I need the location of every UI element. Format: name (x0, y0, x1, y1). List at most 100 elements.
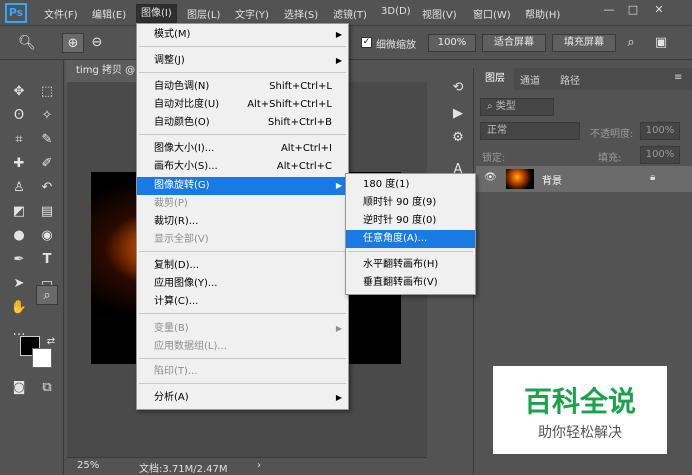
zoom-100-button[interactable]: 100% (428, 34, 476, 52)
workspace-icon[interactable]: ▣ (650, 33, 672, 53)
menu-item-duplicate[interactable]: 复制(D)... (137, 257, 348, 275)
eyedropper-icon[interactable]: ✎ (36, 130, 58, 150)
menu-window[interactable]: 窗口(W) (473, 6, 511, 22)
tab-channels[interactable]: 通道 (520, 72, 540, 87)
menu-item-crop[interactable]: 裁剪(P) (137, 195, 348, 213)
watermark-title: 百科全说 (523, 385, 636, 418)
layer-filter-select[interactable]: ⌕ 类型 (480, 98, 554, 116)
dodge-tool-icon[interactable]: ◉ (36, 226, 58, 246)
brush-tool-icon[interactable]: ✐ (36, 154, 58, 174)
panel-tabs: 图层 通道 路径 ≡ (476, 68, 692, 90)
rotate-90-cw[interactable]: 顺时针 90 度(9) (346, 194, 475, 212)
submenu-arrow-icon: ▶ (335, 181, 342, 190)
layer-row-background[interactable]: 👁︎ 背景 🔒︎ (476, 166, 692, 192)
magic-wand-icon[interactable]: ✧ (36, 106, 58, 126)
menu-item-label: 显示全部(V) (154, 234, 209, 245)
menu-view[interactable]: 视图(V) (422, 6, 457, 22)
menu-image[interactable]: 图像(I) (136, 4, 177, 23)
crop-tool-icon[interactable]: ⌗ (8, 130, 30, 150)
menu-item-apply-image[interactable]: 应用图像(Y)... (137, 275, 348, 293)
gradient-tool-icon[interactable]: ▤ (36, 202, 58, 222)
blur-tool-icon[interactable]: ● (8, 226, 30, 246)
rotate-arbitrary[interactable]: 任意角度(A)... (346, 230, 475, 248)
menu-item-auto-tone[interactable]: 自动色调(N) Shift+Ctrl+L (137, 78, 348, 96)
menu-item-label: 分析(A) (154, 392, 189, 403)
layer-name[interactable]: 背景 (542, 172, 562, 187)
menu-item-shortcut: Alt+Ctrl+I (280, 143, 332, 154)
restore-button[interactable]: □ (622, 2, 644, 18)
eraser-tool-icon[interactable]: ◩ (8, 202, 30, 222)
flip-canvas-horizontal[interactable]: 水平翻转画布(H) (346, 256, 475, 274)
fit-screen-button[interactable]: 适合屏幕 (482, 34, 546, 52)
menu-file[interactable]: 文件(F) (44, 6, 78, 22)
chevron-right-icon[interactable]: › (257, 460, 261, 471)
history-panel-icon[interactable]: ⟲ (447, 78, 469, 98)
marquee-tool-icon[interactable]: ⬚ (36, 82, 58, 102)
menu-item-reveal-all[interactable]: 显示全部(V) (137, 231, 348, 249)
menu-item-calculations[interactable]: 计算(C)... (137, 293, 348, 311)
menu-item-trap[interactable]: 陷印(T)... (137, 363, 348, 381)
blend-mode-select[interactable]: 正常 (480, 122, 580, 140)
rotate-90-ccw[interactable]: 逆时针 90 度(0) (346, 212, 475, 230)
menu-item-label: 自动颜色(O) (154, 117, 210, 128)
menu-layer[interactable]: 图层(L) (187, 6, 220, 22)
hand-tool-icon[interactable]: ✋ (8, 298, 30, 318)
zoom-tool-icon-active[interactable]: ⌕ (36, 285, 58, 305)
move-tool-icon[interactable]: ✥ (8, 82, 30, 102)
menu-select[interactable]: 选择(S) (284, 6, 318, 22)
submenu-arrow-icon: ▶ (335, 324, 342, 333)
type-tool-icon[interactable]: T (36, 250, 58, 270)
healing-brush-icon[interactable]: ✚ (8, 154, 30, 174)
close-button[interactable]: ✕ (648, 2, 670, 18)
visibility-eye-icon[interactable]: 👁︎ (484, 172, 497, 183)
menu-separator (139, 134, 346, 135)
menu-help[interactable]: 帮助(H) (525, 6, 560, 22)
screen-mode-icon[interactable]: ⧉ (36, 378, 58, 398)
zoom-in-icon[interactable]: ⊕ (62, 33, 84, 53)
menu-item-variables[interactable]: 变量(B) ▶ (137, 320, 348, 338)
swap-colors-icon[interactable]: ⇄ (40, 332, 62, 352)
zoom-readout[interactable]: 25% (77, 460, 99, 471)
menu-item-apply-data-set[interactable]: 应用数据组(L)... (137, 338, 348, 356)
search-icon[interactable]: ⌕ (620, 33, 642, 53)
quick-mask-icon[interactable]: ◙ (8, 378, 30, 398)
menu-item-canvas-size[interactable]: 画布大小(S)... Alt+Ctrl+C (137, 158, 348, 176)
fine-zoom-checkbox[interactable]: ✓ (361, 37, 372, 48)
menu-item-image-size[interactable]: 图像大小(I)... Alt+Ctrl+I (137, 140, 348, 158)
menu-item-analysis[interactable]: 分析(A) ▶ (137, 389, 348, 407)
flip-canvas-vertical[interactable]: 垂直翻转画布(V) (346, 274, 475, 292)
menu-3d[interactable]: 3D(D) (381, 6, 411, 22)
tab-layers[interactable]: 图层 (476, 68, 514, 90)
path-select-icon[interactable]: ➤ (8, 274, 30, 294)
submenu-arrow-icon: ▶ (335, 30, 342, 39)
menu-type[interactable]: 文字(Y) (235, 6, 269, 22)
menu-separator (139, 46, 346, 47)
zoom-tool-icon[interactable]: 🔍︎ (16, 33, 38, 53)
menu-item-image-rotation[interactable]: 图像旋转(G) ▶ (137, 177, 348, 195)
lasso-tool-icon[interactable]: ʘ (8, 106, 30, 126)
menu-separator (139, 72, 346, 73)
menu-edit[interactable]: 编辑(E) (92, 6, 126, 22)
tab-paths[interactable]: 路径 (560, 72, 580, 87)
rotate-180[interactable]: 180 度(1) (346, 176, 475, 194)
menu-item-adjustments[interactable]: 调整(J) ▶ (137, 52, 348, 70)
menu-item-auto-color[interactable]: 自动颜色(O) Shift+Ctrl+B (137, 114, 348, 132)
clone-stamp-icon[interactable]: ♙ (8, 178, 30, 198)
menu-item-label: 应用图像(Y)... (154, 278, 218, 289)
fill-input[interactable]: 100% (640, 146, 680, 164)
panel-menu-icon[interactable]: ≡ (674, 72, 682, 83)
minimize-button[interactable]: — (598, 2, 620, 18)
history-brush-icon[interactable]: ↶ (36, 178, 58, 198)
actions-play-icon[interactable]: ▶ (447, 104, 469, 124)
watermark-subtitle: 助你轻松解决 (538, 425, 622, 441)
opacity-input[interactable]: 100% (640, 122, 680, 140)
menu-item-auto-contrast[interactable]: 自动对比度(U) Alt+Shift+Ctrl+L (137, 96, 348, 114)
menu-item-mode[interactable]: 模式(M) ▶ (137, 26, 348, 44)
pen-tool-icon[interactable]: ✒ (8, 250, 30, 270)
fill-screen-button[interactable]: 填充屏幕 (552, 34, 616, 52)
zoom-out-icon[interactable]: ⊖ (86, 33, 108, 53)
menu-item-trim[interactable]: 裁切(R)... (137, 213, 348, 231)
menu-filter[interactable]: 滤镜(T) (333, 6, 367, 22)
layer-thumbnail (506, 169, 534, 189)
properties-panel-icon[interactable]: ⚙ (447, 128, 469, 148)
